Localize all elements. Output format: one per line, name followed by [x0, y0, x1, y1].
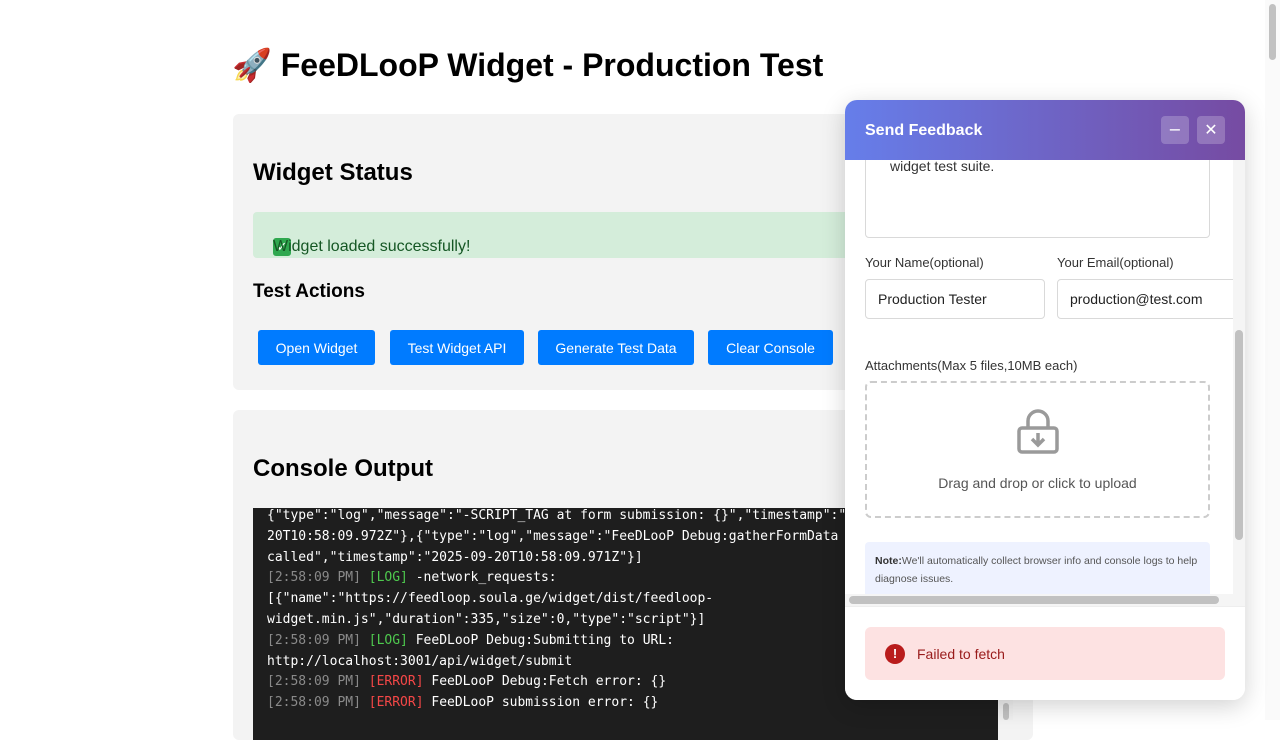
- console-line: [2:58:09 PM] [LOG] FeeDLooP Debug:Submit…: [267, 631, 846, 652]
- console-lines: {"type":"log","message":"-SCRIPT_TAG at …: [267, 508, 846, 714]
- console-line: [{"name":"https://feedloop.soula.ge/widg…: [267, 589, 846, 610]
- console-message: FeeDLooP Debug:Submitting to URL:: [407, 632, 674, 648]
- widget-status-heading: Widget Status: [253, 159, 413, 186]
- name-field[interactable]: Production Tester: [865, 279, 1045, 319]
- console-level: [LOG]: [368, 570, 408, 586]
- console-message: -network_requests:: [407, 570, 557, 586]
- test-widget-api-button[interactable]: Test Widget API: [390, 330, 524, 365]
- console-message: http://localhost:3001/api/widget/submit: [267, 653, 573, 669]
- email-label: Your Email(optional): [1057, 255, 1174, 270]
- upload-dropzone[interactable]: Drag and drop or click to upload: [865, 381, 1210, 518]
- console-timestamp: [2:58:09 PM]: [267, 570, 361, 586]
- console-line: [2:58:09 PM] [ERROR] FeeDLooP Debug:Fetc…: [267, 672, 846, 693]
- console-line: [2:58:09 PM] [ERROR] FeeDLooP submission…: [267, 693, 846, 714]
- open-widget-button[interactable]: Open Widget: [258, 330, 375, 365]
- error-icon: !: [885, 644, 905, 664]
- close-button[interactable]: ✕: [1197, 116, 1225, 144]
- console-message: 20T10:58:09.972Z"},{"type":"log","messag…: [267, 528, 839, 544]
- console-line: http://localhost:3001/api/widget/submit: [267, 652, 846, 673]
- widget-header: Send Feedback − ✕: [845, 100, 1245, 160]
- console-output-heading: Console Output: [253, 455, 433, 482]
- form-horizontal-scrollbar[interactable]: [845, 594, 1233, 606]
- feedback-form: widget test suite. Your Name(optional) P…: [845, 160, 1245, 606]
- page-title: 🚀 FeeDLooP Widget - Production Test: [232, 47, 824, 83]
- console-timestamp: [2:58:09 PM]: [267, 674, 361, 690]
- console-level: [ERROR]: [368, 695, 424, 711]
- console-line: widget.min.js","duration":335,"size":0,"…: [267, 610, 846, 631]
- page-scrollbar-thumb[interactable]: [1269, 4, 1276, 60]
- console-level: [ERROR]: [368, 674, 424, 690]
- console-line: called","timestamp":"2025-09-20T10:58:09…: [267, 548, 846, 569]
- generate-test-data-button[interactable]: Generate Test Data: [538, 330, 694, 365]
- form-vertical-scrollbar[interactable]: [1233, 160, 1245, 606]
- form-vertical-scrollbar-thumb[interactable]: [1235, 330, 1243, 540]
- form-horizontal-scrollbar-thumb[interactable]: [849, 596, 1219, 604]
- page-scrollbar[interactable]: [1265, 0, 1280, 720]
- console-scrollbar[interactable]: [999, 700, 1013, 720]
- test-actions-heading: Test Actions: [253, 281, 365, 302]
- email-value: production@test.com: [1070, 291, 1203, 307]
- error-message: Failed to fetch: [917, 646, 1005, 662]
- note-label: Note:: [875, 555, 902, 567]
- name-label: Your Name(optional): [865, 255, 984, 270]
- success-message-text: Widget loaded successfully!: [273, 238, 471, 255]
- console-timestamp: [2:58:09 PM]: [267, 632, 361, 648]
- console-line: [2:58:09 PM] [LOG] -network_requests:: [267, 568, 846, 589]
- error-alert: ! Failed to fetch: [865, 627, 1225, 680]
- console-message: FeeDLooP Debug:Fetch error: {}: [423, 674, 667, 690]
- widget-title: Send Feedback: [865, 122, 983, 139]
- email-field[interactable]: production@test.com: [1057, 279, 1245, 319]
- console-timestamp: [2:58:09 PM]: [267, 695, 361, 711]
- attachments-label: Attachments(Max 5 files,10MB each): [865, 358, 1078, 373]
- console-message: [{"name":"https://feedloop.soula.ge/widg…: [267, 591, 714, 607]
- console-level: [LOG]: [368, 632, 408, 648]
- minimize-button[interactable]: −: [1161, 116, 1189, 144]
- name-value: Production Tester: [878, 291, 987, 307]
- upload-text: Drag and drop or click to upload: [938, 475, 1137, 491]
- description-value: widget test suite.: [890, 160, 995, 174]
- console-message: called","timestamp":"2025-09-20T10:58:09…: [267, 549, 643, 565]
- description-textarea[interactable]: widget test suite.: [865, 160, 1210, 238]
- clear-console-button[interactable]: Clear Console: [708, 330, 833, 365]
- console-message: widget.min.js","duration":335,"size":0,"…: [267, 611, 706, 627]
- console-message: FeeDLooP submission error: {}: [423, 695, 659, 711]
- upload-icon: [1017, 409, 1059, 454]
- console-line: 20T10:58:09.972Z"},{"type":"log","messag…: [267, 527, 846, 548]
- console-line: {"type":"log","message":"-SCRIPT_TAG at …: [267, 508, 846, 527]
- console-message: {"type":"log","message":"-SCRIPT_TAG at …: [267, 508, 847, 523]
- widget-footer: ! Failed to fetch: [845, 606, 1245, 700]
- info-note: Note:We'll automatically collect browser…: [865, 542, 1210, 602]
- feedback-widget: Send Feedback − ✕ widget test suite. You…: [845, 100, 1245, 700]
- console-scrollbar-thumb[interactable]: [1003, 703, 1009, 720]
- note-text: We'll automatically collect browser info…: [875, 555, 1198, 585]
